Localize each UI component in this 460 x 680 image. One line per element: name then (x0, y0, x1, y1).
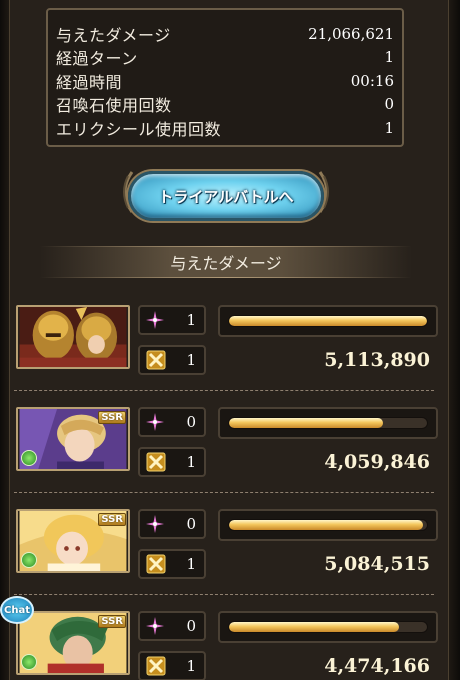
gauge-track (228, 315, 428, 327)
ougi-count-box: 0 (138, 407, 206, 437)
ssr-badge: SSR (98, 615, 126, 628)
gauge-fill (229, 316, 427, 326)
ougi-count: 0 (186, 515, 196, 533)
row-divider (14, 492, 434, 493)
skill-count-box: 1 (138, 447, 206, 477)
summary-row-summons: 召喚石使用回数 0 (56, 93, 394, 117)
ougi-sparkle-icon (146, 617, 164, 635)
ougi-count-box: 1 (138, 305, 206, 335)
character-portrait[interactable]: SSR (16, 407, 130, 471)
skill-count: 1 (186, 351, 196, 369)
ougi-sparkle-icon (146, 413, 164, 431)
ougi-count: 0 (186, 617, 196, 635)
character-portrait[interactable] (16, 305, 130, 369)
character-row: 1 1 5,113,890 (14, 305, 442, 391)
character-row: SSR 0 1 5,084,515 (14, 509, 442, 595)
skill-icon (146, 554, 166, 574)
chat-button[interactable]: Chat (0, 596, 34, 624)
summary-label: 召喚石使用回数 (56, 96, 172, 116)
trial-battle-button[interactable]: トライアルバトルへ (128, 171, 324, 221)
damage-value: 4,059,846 (324, 451, 430, 473)
character-portrait[interactable]: SSR (16, 611, 130, 675)
skill-count-box: 1 (138, 651, 206, 680)
summary-value: 00:16 (350, 71, 394, 90)
skill-icon (146, 350, 166, 370)
damage-gauge (218, 407, 438, 439)
damage-gauge (218, 611, 438, 643)
skill-count-box: 1 (138, 549, 206, 579)
row-divider (14, 594, 434, 595)
gauge-track (228, 417, 428, 429)
character-portrait-image (19, 307, 127, 367)
skill-count-box: 1 (138, 345, 206, 375)
damage-gauge (218, 305, 438, 337)
ougi-count-box: 0 (138, 509, 206, 539)
character-portrait[interactable]: SSR (16, 509, 130, 573)
summary-value: 0 (384, 95, 394, 114)
wind-element-icon (21, 654, 37, 670)
character-row: SSR 0 1 4,474,166 (14, 611, 442, 680)
ougi-count-box: 0 (138, 611, 206, 641)
row-divider (14, 390, 434, 391)
skill-count: 1 (186, 657, 196, 675)
damage-value: 5,113,890 (324, 349, 430, 371)
skill-icon (146, 452, 166, 472)
summary-value: 1 (384, 118, 394, 137)
gauge-track (228, 621, 428, 633)
ssr-badge: SSR (98, 411, 126, 424)
summary-label: 経過時間 (56, 72, 123, 92)
summary-row-elixir: エリクシール使用回数 1 (56, 116, 394, 140)
ougi-sparkle-icon (146, 311, 164, 329)
ougi-count: 0 (186, 413, 196, 431)
ougi-sparkle-icon (146, 515, 164, 533)
damage-value: 5,084,515 (324, 553, 430, 575)
ougi-count: 1 (186, 311, 196, 329)
skill-icon (146, 656, 166, 676)
gauge-fill (229, 520, 424, 530)
damage-gauge (218, 509, 438, 541)
gauge-fill (229, 418, 384, 428)
character-row: SSR 0 1 4,059,846 (14, 407, 442, 493)
summary-label: エリクシール使用回数 (56, 119, 222, 139)
frame-right (448, 0, 460, 680)
battle-summary-panel: 与えたダメージ 21,066,621 経過ターン 1 経過時間 00:16 召喚… (46, 8, 404, 147)
damage-section-header: 与えたダメージ (40, 246, 412, 278)
wind-element-icon (21, 552, 37, 568)
summary-label: 与えたダメージ (56, 25, 171, 45)
frame-left (0, 0, 10, 680)
summary-value: 1 (384, 48, 394, 67)
ssr-badge: SSR (98, 513, 126, 526)
gauge-track (228, 519, 428, 531)
summary-label: 経過ターン (56, 49, 138, 69)
summary-row-time: 経過時間 00:16 (56, 69, 394, 93)
wind-element-icon (21, 450, 37, 466)
skill-count: 1 (186, 555, 196, 573)
section-title: 与えたダメージ (170, 254, 282, 273)
summary-value: 21,066,621 (308, 24, 394, 43)
gauge-fill (229, 622, 400, 632)
damage-value: 4,474,166 (324, 655, 430, 677)
summary-row-damage: 与えたダメージ 21,066,621 (56, 22, 394, 46)
summary-row-turns: 経過ターン 1 (56, 46, 394, 70)
skill-count: 1 (186, 453, 196, 471)
